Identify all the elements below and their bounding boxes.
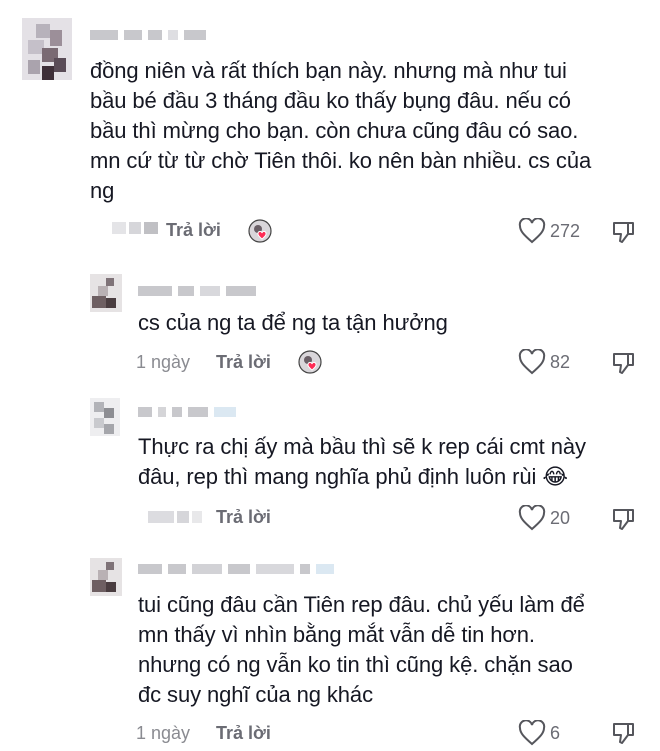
like-button[interactable]: 20	[518, 505, 570, 531]
heart-outline-icon	[518, 720, 546, 746]
comment-date	[148, 511, 202, 523]
like-count: 20	[550, 507, 571, 528]
reply-button[interactable]: Trả lời	[216, 723, 271, 744]
like-count: 272	[550, 220, 581, 241]
comment-meta: 1 ngày	[136, 349, 190, 375]
avatar[interactable]	[90, 558, 122, 596]
username[interactable]	[138, 405, 236, 419]
avatar[interactable]	[22, 18, 72, 80]
comment-date	[112, 222, 158, 234]
reply-button[interactable]: Trả lời	[166, 220, 221, 241]
creator-liked-heart-icon	[248, 219, 272, 243]
comment-date: 1 ngày	[136, 722, 191, 743]
comment-text: cs của ng ta để ng ta tận hưởng	[138, 310, 448, 335]
thumbs-down-icon[interactable]	[610, 219, 636, 250]
comment-meta: 1 ngày	[136, 720, 190, 746]
thumbs-down-icon[interactable]	[610, 720, 636, 751]
thumbs-down-icon[interactable]	[610, 506, 636, 537]
comment-text: đồng niên và rất thích bạn này. nhưng mà…	[90, 58, 592, 203]
like-count: 82	[550, 351, 571, 372]
heart-outline-icon	[518, 218, 546, 244]
comment-text: tui cũng đâu cần Tiên rep đâu. chủ yếu l…	[138, 592, 585, 707]
like-count: 6	[550, 722, 561, 743]
username[interactable]	[138, 562, 334, 576]
heart-outline-icon	[518, 505, 546, 531]
avatar[interactable]	[90, 398, 120, 436]
thumbs-down-icon[interactable]	[610, 350, 636, 381]
like-button[interactable]: 82	[518, 349, 570, 375]
username[interactable]	[90, 28, 206, 42]
reply-button[interactable]: Trả lời	[216, 352, 271, 373]
avatar[interactable]	[90, 274, 122, 312]
comment-date: 1 ngày	[136, 351, 191, 372]
like-button[interactable]: 6	[518, 720, 560, 746]
comment-text: Thực ra chị ấy mà bầu thì sẽ k rep cái c…	[138, 434, 586, 489]
creator-liked-heart-icon	[298, 350, 322, 374]
username[interactable]	[138, 284, 256, 298]
reply-button[interactable]: Trả lời	[216, 507, 271, 528]
like-button[interactable]: 272	[518, 218, 580, 244]
heart-outline-icon	[518, 349, 546, 375]
